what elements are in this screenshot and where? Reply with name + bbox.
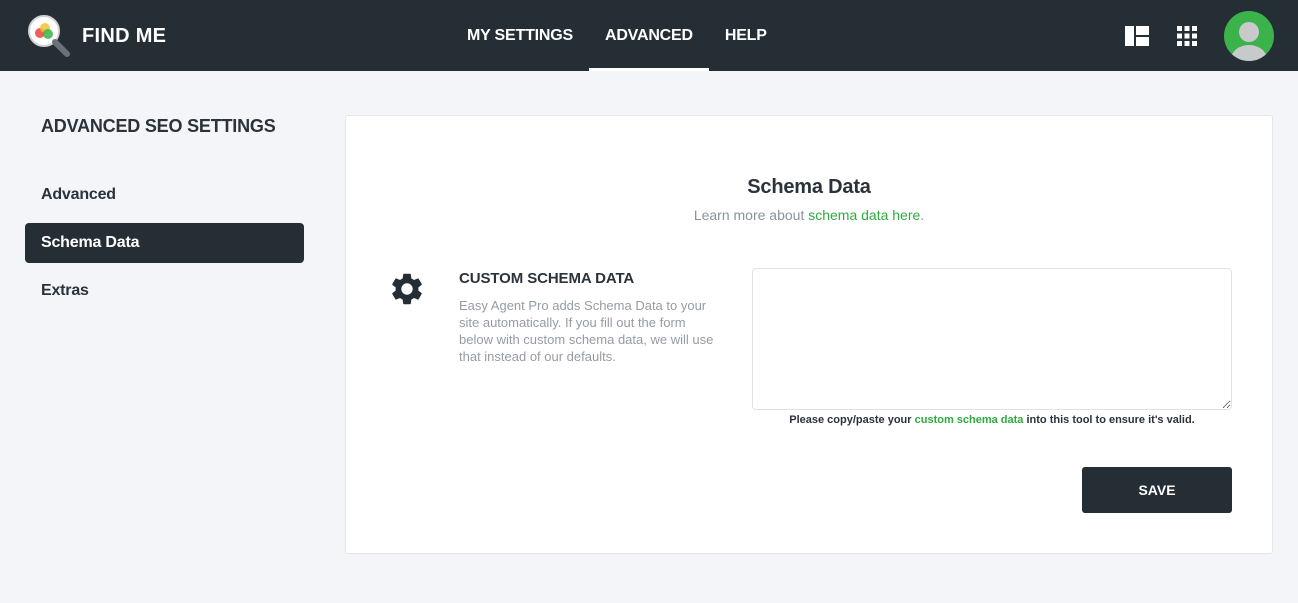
top-navigation-bar: FIND ME MY SETTINGS ADVANCED HELP [0, 0, 1298, 71]
sidebar-menu: Advanced Schema Data Extras [25, 175, 304, 311]
section-title: CUSTOM SCHEMA DATA [459, 270, 635, 287]
sidebar-item-advanced[interactable]: Advanced [25, 175, 304, 215]
brand-title: FIND ME [82, 25, 167, 47]
magnifier-logo-icon [26, 13, 72, 59]
sidebar-item-schema-data[interactable]: Schema Data [25, 223, 304, 263]
custom-schema-textarea[interactable] [752, 268, 1232, 410]
help-text: Please copy/paste your custom schema dat… [752, 414, 1232, 426]
help-text-suffix: into this tool to ensure it's valid. [1023, 414, 1195, 426]
subtitle-suffix: . [920, 207, 925, 223]
schema-data-card: Schema Data Learn more about schema data… [345, 115, 1273, 554]
save-button[interactable]: SAVE [1082, 467, 1232, 513]
page-subtitle: Learn more about schema data here. [346, 207, 1272, 223]
settings-sidebar: ADVANCED SEO SETTINGS Advanced Schema Da… [25, 113, 304, 319]
header-actions [1124, 0, 1274, 71]
schema-data-link[interactable]: schema data here [808, 207, 920, 223]
section-description: Easy Agent Pro adds Schema Data to your … [459, 298, 714, 364]
apps-grid-icon[interactable] [1174, 23, 1200, 49]
nav-my-settings[interactable]: MY SETTINGS [451, 0, 589, 71]
nav-advanced[interactable]: ADVANCED [588, 0, 709, 71]
layout-icon[interactable] [1124, 23, 1150, 49]
gear-icon [388, 270, 426, 308]
main-nav: MY SETTINGS ADVANCED HELP [451, 0, 783, 71]
sidebar-item-extras[interactable]: Extras [25, 271, 304, 311]
page-title: Schema Data [747, 176, 871, 198]
subtitle-text: Learn more about [693, 207, 809, 223]
brand[interactable]: FIND ME [26, 13, 166, 59]
custom-schema-data-link[interactable]: custom schema data [915, 414, 1024, 426]
nav-help[interactable]: HELP [709, 0, 783, 71]
help-text-prefix: Please copy/paste your [789, 414, 915, 426]
avatar[interactable] [1224, 10, 1274, 61]
sidebar-title: ADVANCED SEO SETTINGS [41, 116, 276, 136]
